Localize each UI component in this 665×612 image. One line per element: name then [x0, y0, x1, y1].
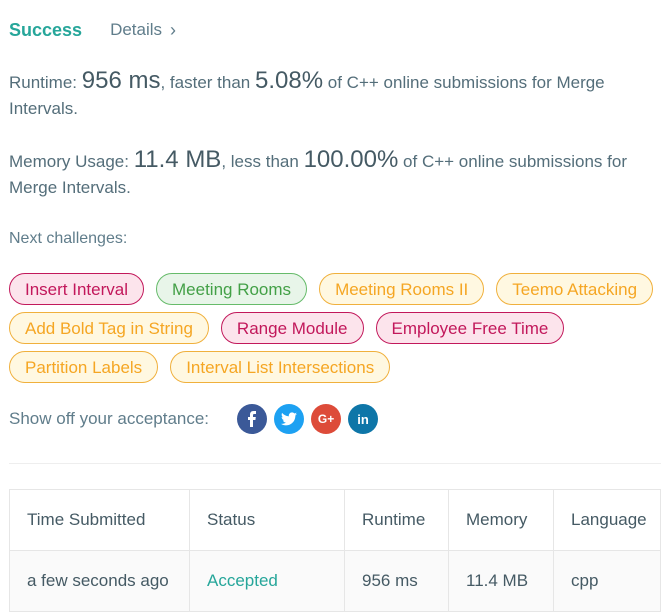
challenge-tag-insert-interval[interactable]: Insert Interval — [9, 273, 144, 305]
facebook-glyph — [248, 411, 257, 427]
twitter-icon[interactable] — [274, 404, 305, 434]
linkedin-glyph: in — [357, 411, 369, 427]
share-label: Show off your acceptance: — [9, 409, 210, 428]
google-plus-icon[interactable]: G+ — [311, 404, 342, 434]
chevron-right-icon[interactable]: › — [170, 20, 176, 41]
status-success: Success — [9, 19, 83, 40]
cell-runtime: 956 ms — [344, 550, 449, 612]
col-time-submitted: Time Submitted — [9, 489, 190, 551]
challenge-tag-employee-free-time[interactable]: Employee Free Time — [375, 312, 565, 344]
share-row: Show off your acceptance: G+ in — [9, 404, 385, 434]
divider — [9, 463, 661, 464]
challenge-tag-meeting-rooms[interactable]: Meeting Rooms — [156, 273, 308, 305]
result-header: Success Details › — [9, 0, 661, 60]
linkedin-icon[interactable]: in — [348, 404, 379, 434]
status-accepted-link[interactable]: Accepted — [207, 571, 278, 590]
challenge-tag-meeting-rooms-ii[interactable]: Meeting Rooms II — [319, 273, 485, 305]
next-challenges-title: Next challenges: — [9, 230, 128, 247]
memory-value: 11.4 MB — [133, 146, 222, 173]
table-header-row: Time Submitted Status Runtime Memory Lan… — [9, 489, 661, 551]
runtime-mid: , faster than — [160, 73, 251, 92]
memory-percent: 100.00% — [303, 146, 399, 173]
col-status: Status — [189, 489, 345, 551]
challenge-tag-range-module[interactable]: Range Module — [220, 312, 364, 344]
next-challenges-list: Insert Interval Meeting Rooms Meeting Ro… — [9, 273, 659, 383]
cell-status: Accepted — [189, 550, 345, 612]
runtime-label: Runtime: — [9, 73, 78, 92]
runtime-stat: Runtime: 956 ms, faster than 5.08% of C+… — [9, 68, 654, 122]
memory-mid: , less than — [221, 152, 299, 171]
cell-memory: 11.4 MB — [448, 550, 554, 612]
challenge-tag-partition-labels[interactable]: Partition Labels — [9, 351, 159, 383]
facebook-icon[interactable] — [237, 404, 268, 434]
submissions-table: Time Submitted Status Runtime Memory Lan… — [9, 489, 661, 612]
memory-stat: Memory Usage: 11.4 MB, less than 100.00%… — [9, 147, 654, 201]
memory-label: Memory Usage: — [9, 152, 129, 171]
details-link[interactable]: Details › — [110, 20, 176, 41]
submission-result: Success Details › Runtime: 956 ms, faste… — [9, 0, 661, 612]
col-memory: Memory — [448, 489, 554, 551]
cell-language: cpp — [553, 550, 661, 612]
table-row: a few seconds ago Accepted 956 ms 11.4 M… — [9, 550, 661, 612]
details-label[interactable]: Details — [110, 20, 162, 40]
cell-time-submitted: a few seconds ago — [9, 550, 190, 612]
challenge-tag-interval-list-intersections[interactable]: Interval List Intersections — [170, 351, 391, 383]
twitter-glyph — [281, 412, 298, 426]
col-runtime: Runtime — [344, 489, 449, 551]
runtime-percent: 5.08% — [254, 67, 324, 94]
google-plus-glyph: G+ — [317, 412, 335, 426]
challenge-tag-add-bold-tag[interactable]: Add Bold Tag in String — [9, 312, 209, 344]
challenge-tag-teemo-attacking[interactable]: Teemo Attacking — [496, 273, 654, 305]
runtime-value: 956 ms — [81, 67, 161, 94]
col-language: Language — [553, 489, 661, 551]
